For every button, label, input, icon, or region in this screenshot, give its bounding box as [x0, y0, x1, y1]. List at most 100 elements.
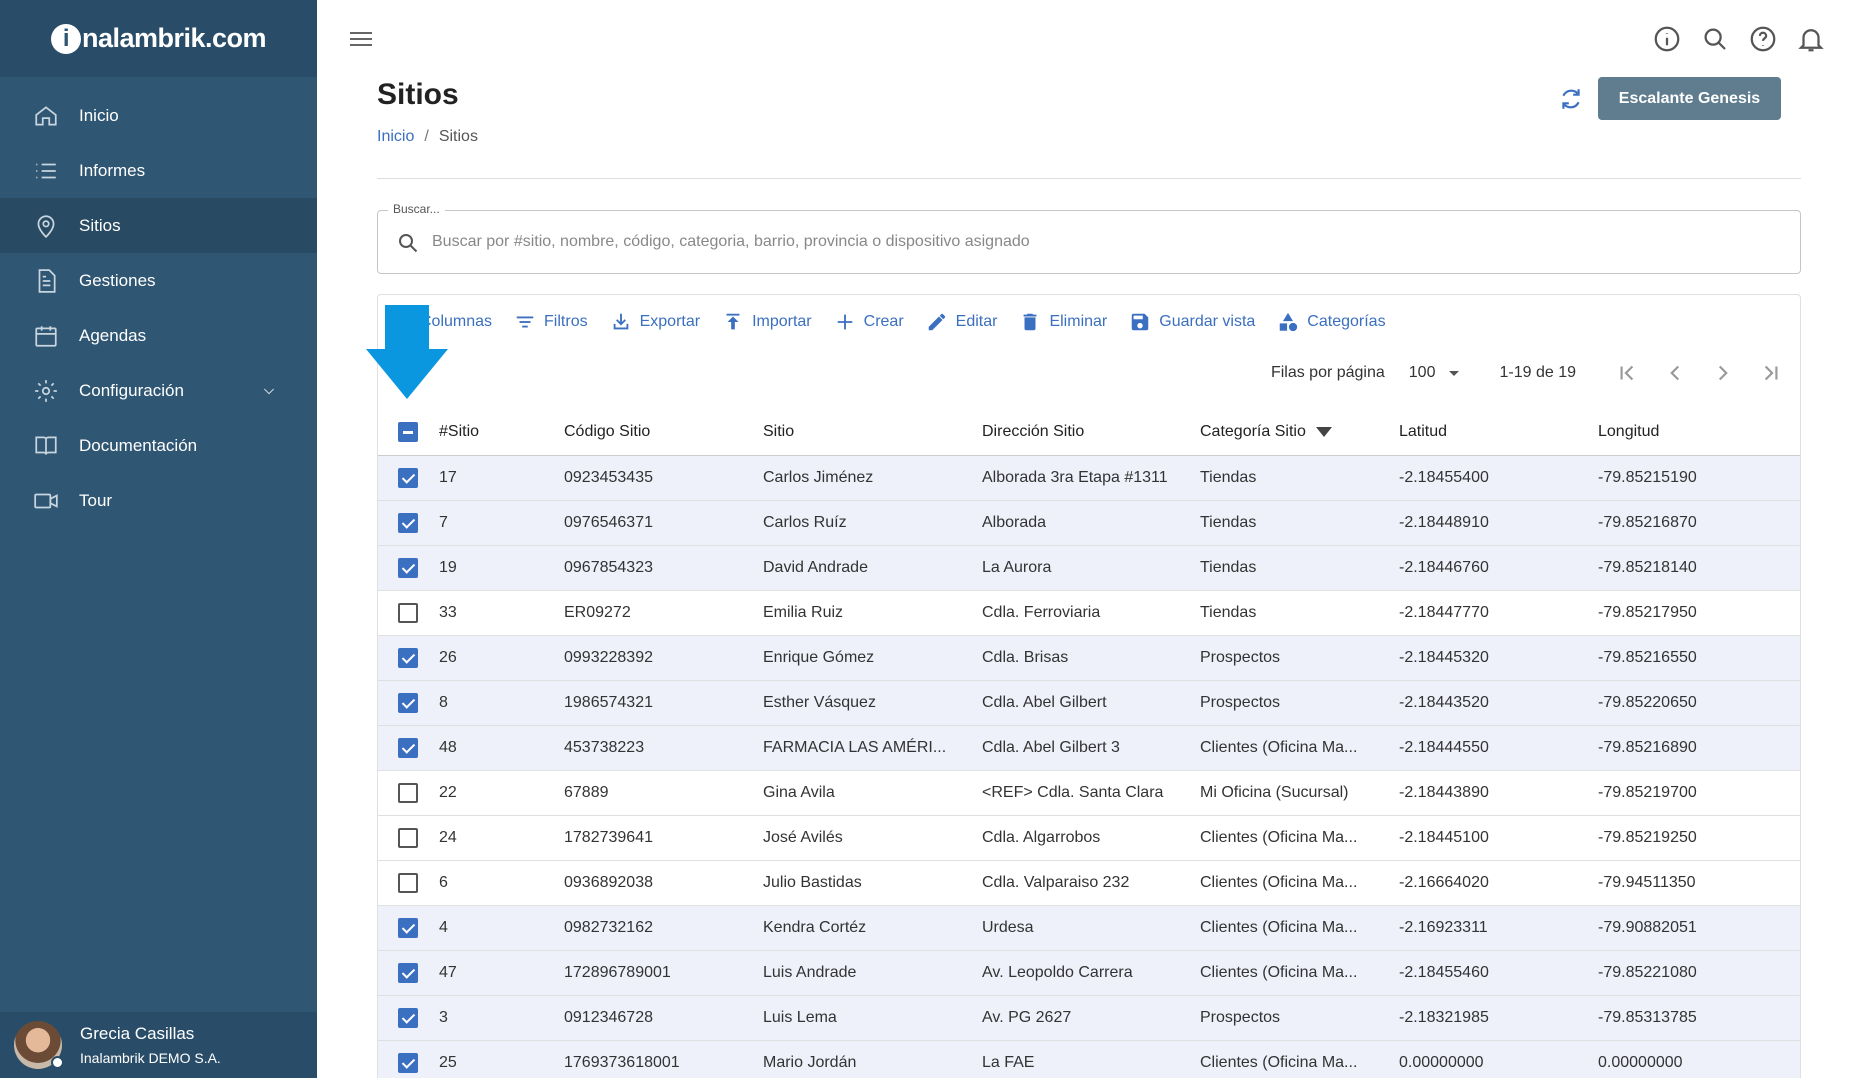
- import-button[interactable]: Importar: [722, 311, 812, 333]
- row-select-cell: [378, 1040, 439, 1078]
- table-row[interactable]: 6 0936892038 Julio Bastidas Cdla. Valparais…: [378, 860, 1800, 906]
- row-checkbox[interactable]: [398, 737, 418, 758]
- table-row[interactable]: 22 67889 Gina Avila <REF> Cdla. Santa Clara…: [378, 770, 1800, 816]
- save-view-button[interactable]: Guardar vista: [1129, 311, 1255, 333]
- cell-sitio-num: 8: [439, 680, 564, 726]
- rows-per-page-select[interactable]: 100: [1409, 364, 1460, 382]
- cell-longitud: -79.90882051: [1598, 905, 1800, 951]
- cell-sitio-num: 19: [439, 545, 564, 591]
- table-row[interactable]: 17 0923453435 Carlos Jiménez Alborada 3ra E…: [378, 455, 1800, 501]
- row-checkbox[interactable]: [398, 647, 418, 668]
- filters-button[interactable]: Filtros: [514, 311, 588, 333]
- filter-icon[interactable]: [1315, 427, 1332, 438]
- sidebar-item-gestiones[interactable]: Gestiones: [0, 253, 317, 308]
- cell-longitud: -79.85217950: [1598, 590, 1800, 636]
- sidebar-item-configuracion[interactable]: Configuración: [0, 363, 317, 418]
- breadcrumb-home-link[interactable]: Inicio: [377, 128, 414, 145]
- app-logo[interactable]: i nalambrik.com: [50, 23, 267, 54]
- col-header-latitud[interactable]: Latitud: [1399, 410, 1598, 456]
- bell-icon[interactable]: [1796, 24, 1826, 54]
- filter-lines-icon: [516, 316, 534, 328]
- row-checkbox[interactable]: [398, 467, 418, 488]
- row-checkbox[interactable]: [398, 872, 418, 893]
- sidebar-item-informes[interactable]: Informes: [0, 143, 317, 198]
- table-row[interactable]: 7 0976546371 Carlos Ruíz Alborada Tiendas -2.…: [378, 500, 1800, 546]
- cell-categoria: Clientes (Oficina Ma...: [1200, 1040, 1399, 1078]
- col-header-sitio[interactable]: Sitio: [763, 410, 982, 456]
- row-checkbox[interactable]: [398, 827, 418, 848]
- table-row[interactable]: 26 0993228392 Enrique Gómez Cdla. Brisas Pro…: [378, 635, 1800, 681]
- cell-categoria: Mi Oficina (Sucursal): [1200, 770, 1399, 816]
- table-row[interactable]: 8 1986574321 Esther Vásquez Cdla. Abel Gilb…: [378, 680, 1800, 726]
- col-header-codigo[interactable]: Código Sitio: [564, 410, 763, 456]
- user-profile[interactable]: Grecia Casillas Inalambrik DEMO S.A.: [0, 1012, 317, 1078]
- filters-label: Filtros: [544, 313, 588, 330]
- search-input[interactable]: [432, 227, 1732, 257]
- row-checkbox[interactable]: [398, 1052, 418, 1073]
- row-checkbox[interactable]: [398, 917, 418, 938]
- cell-sitio: Carlos Jiménez: [763, 455, 982, 501]
- next-page-icon[interactable]: [1710, 360, 1736, 386]
- export-button[interactable]: Exportar: [610, 311, 700, 333]
- col-header-categoria[interactable]: Categoría Sitio: [1200, 410, 1399, 456]
- cell-categoria: Tiendas: [1200, 590, 1399, 636]
- last-page-icon[interactable]: [1758, 360, 1784, 386]
- logo-bar: i nalambrik.com: [0, 0, 317, 77]
- cell-categoria: Clientes (Oficina Ma...: [1200, 815, 1399, 861]
- row-checkbox[interactable]: [398, 512, 418, 533]
- sidebar-item-tour[interactable]: Tour: [0, 473, 317, 528]
- cell-direccion: Urdesa: [982, 905, 1200, 951]
- refresh-icon[interactable]: [1558, 86, 1584, 112]
- prev-page-icon[interactable]: [1662, 360, 1688, 386]
- categories-button[interactable]: Categorías: [1277, 311, 1386, 333]
- search-icon[interactable]: [1700, 24, 1730, 54]
- menu-toggle-button[interactable]: [350, 28, 372, 50]
- info-icon[interactable]: [1652, 24, 1682, 54]
- table-row[interactable]: 3 0912346728 Luis Lema Av. PG 2627 Prospecto…: [378, 995, 1800, 1041]
- cell-sitio-num: 33: [439, 590, 564, 636]
- table-row[interactable]: 19 0967854323 David Andrade La Aurora Tienda…: [378, 545, 1800, 591]
- col-header-longitud[interactable]: Longitud: [1598, 410, 1800, 456]
- chevron-down-icon[interactable]: [261, 383, 277, 399]
- table-row[interactable]: 24 1782739641 José Avilés Cdla. Algarrobos C…: [378, 815, 1800, 861]
- sidebar-item-agendas[interactable]: Agendas: [0, 308, 317, 363]
- row-checkbox[interactable]: [398, 782, 418, 803]
- row-checkbox[interactable]: [398, 1007, 418, 1028]
- escalante-genesis-button[interactable]: Escalante Genesis: [1598, 77, 1781, 120]
- cell-direccion: Alborada: [982, 500, 1200, 546]
- table-row[interactable]: 33 ER09272 Emilia Ruiz Cdla. Ferroviaria Tie…: [378, 590, 1800, 636]
- pencil-icon: [928, 313, 945, 331]
- user-org: Inalambrik DEMO S.A.: [80, 1050, 221, 1066]
- cell-longitud: -79.85219250: [1598, 815, 1800, 861]
- help-icon[interactable]: [1748, 24, 1778, 54]
- calendar-icon: [35, 325, 57, 347]
- gear-icon: [35, 379, 57, 402]
- cell-longitud: -79.85215190: [1598, 455, 1800, 501]
- cell-codigo: 453738223: [564, 725, 763, 771]
- edit-button[interactable]: Editar: [926, 311, 997, 333]
- table-row[interactable]: 4 0982732162 Kendra Cortéz Urdesa Clientes (…: [378, 905, 1800, 951]
- delete-button[interactable]: Eliminar: [1019, 311, 1107, 333]
- cell-codigo: 1782739641: [564, 815, 763, 861]
- row-checkbox[interactable]: [398, 962, 418, 983]
- select-all-checkbox[interactable]: [398, 422, 418, 443]
- cell-direccion: <REF> Cdla. Santa Clara: [982, 770, 1200, 816]
- first-page-icon[interactable]: [1614, 360, 1640, 386]
- cell-latitud: -2.18445320: [1399, 635, 1598, 681]
- table-row[interactable]: 25 1769373618001 Mario Jordán La FAE Cliente…: [378, 1040, 1800, 1078]
- page-range: 1-19 de 19: [1499, 364, 1576, 381]
- create-button[interactable]: Crear: [834, 311, 904, 333]
- cell-latitud: -2.16923311: [1399, 905, 1598, 951]
- row-checkbox[interactable]: [398, 692, 418, 713]
- row-checkbox[interactable]: [398, 557, 418, 578]
- sidebar-item-documentacion[interactable]: Documentación: [0, 418, 317, 473]
- row-checkbox[interactable]: [398, 602, 418, 623]
- table-row[interactable]: 47 172896789001 Luis Andrade Av. Leopoldo C…: [378, 950, 1800, 996]
- col-header-direccion[interactable]: Dirección Sitio: [982, 410, 1200, 456]
- cell-longitud: -79.85216870: [1598, 500, 1800, 546]
- sidebar-item-sitios[interactable]: Sitios: [0, 198, 317, 253]
- col-header-sitio-num[interactable]: #Sitio: [439, 410, 564, 456]
- sidebar-item-inicio[interactable]: Inicio: [0, 88, 317, 143]
- cell-direccion: Cdla. Abel Gilbert: [982, 680, 1200, 726]
- table-row[interactable]: 48 453738223 FARMACIA LAS AMÉRI... Cdla. Ab…: [378, 725, 1800, 771]
